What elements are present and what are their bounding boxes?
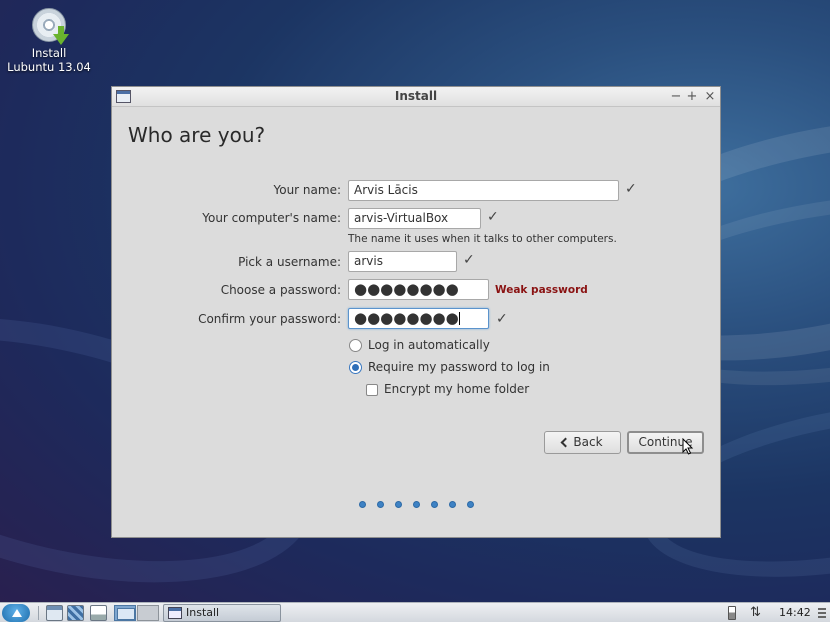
text-caret xyxy=(459,312,460,325)
password-strength-label: Weak password xyxy=(495,284,588,296)
computer-name-valid-check-icon: ✓ xyxy=(487,209,499,225)
login-automatically-label[interactable]: Log in automatically xyxy=(368,338,490,352)
computer-name-hint: The name it uses when it talks to other … xyxy=(348,233,617,245)
browser-launcher-icon[interactable] xyxy=(67,605,84,621)
require-password-label[interactable]: Require my password to log in xyxy=(368,360,550,374)
confirm-password-value: ●●●●●●●● xyxy=(354,309,459,327)
taskbar-install-task[interactable]: Install xyxy=(163,604,281,622)
close-button[interactable]: × xyxy=(703,88,717,106)
confirm-password-valid-check-icon: ✓ xyxy=(496,311,508,327)
progress-step-2 xyxy=(377,501,384,508)
install-window-icon xyxy=(168,607,182,619)
computer-name-label: Your computer's name: xyxy=(202,211,341,225)
back-button[interactable]: Back xyxy=(544,431,621,454)
progress-step-7 xyxy=(467,501,474,508)
login-automatically-radio[interactable] xyxy=(349,339,362,352)
name-label: Your name: xyxy=(273,183,341,197)
name-input[interactable]: Arvis Lācis xyxy=(348,180,619,201)
username-label: Pick a username: xyxy=(238,255,341,269)
page-title: Who are you? xyxy=(128,123,265,147)
start-menu-button[interactable] xyxy=(2,604,30,622)
password-input[interactable]: ●●●●●●●● xyxy=(348,279,489,300)
username-valid-check-icon: ✓ xyxy=(463,252,475,268)
workspace-2-button[interactable] xyxy=(137,605,159,621)
computer-name-input[interactable]: arvis-VirtualBox xyxy=(348,208,481,229)
require-password-radio[interactable] xyxy=(349,361,362,374)
taskbar-separator xyxy=(38,606,39,620)
show-desktop-icon[interactable] xyxy=(90,605,107,621)
logout-menu-icon[interactable] xyxy=(815,605,828,620)
clock[interactable]: 14:42 xyxy=(779,606,811,619)
encrypt-home-checkbox[interactable] xyxy=(366,384,378,396)
desktop-icon-label-line1: Install xyxy=(6,46,92,60)
window-titlebar[interactable]: Install − + × xyxy=(112,87,720,107)
chevron-left-icon xyxy=(561,438,571,448)
taskbar-task-label: Install xyxy=(186,606,219,619)
progress-step-3 xyxy=(395,501,402,508)
window-title: Install xyxy=(112,89,720,103)
progress-step-4 xyxy=(413,501,420,508)
name-valid-check-icon: ✓ xyxy=(625,181,637,197)
back-button-label: Back xyxy=(573,435,602,449)
file-manager-launcher-icon[interactable] xyxy=(46,605,63,621)
progress-step-6 xyxy=(449,501,456,508)
password-label: Choose a password: xyxy=(221,283,341,297)
minimize-button[interactable]: − xyxy=(669,88,683,106)
maximize-button[interactable]: + xyxy=(685,88,699,106)
taskbar: Install ⇅ 14:42 xyxy=(0,602,830,622)
battery-icon[interactable] xyxy=(728,606,736,620)
desktop-install-icon[interactable]: Install Lubuntu 13.04 xyxy=(6,8,92,74)
progress-step-5 xyxy=(431,501,438,508)
username-input[interactable]: arvis xyxy=(348,251,457,272)
desktop-icon-label-line2: Lubuntu 13.04 xyxy=(6,60,92,74)
encrypt-home-label[interactable]: Encrypt my home folder xyxy=(384,382,529,396)
confirm-password-input[interactable]: ●●●●●●●● xyxy=(348,308,489,329)
progress-step-1 xyxy=(359,501,366,508)
cd-install-icon xyxy=(32,8,66,42)
confirm-password-label: Confirm your password: xyxy=(198,312,341,326)
workspace-1-button[interactable] xyxy=(114,605,136,621)
network-icon[interactable]: ⇅ xyxy=(750,605,761,620)
installer-window: Install − + × Who are you? Your name: Ar… xyxy=(111,86,721,538)
